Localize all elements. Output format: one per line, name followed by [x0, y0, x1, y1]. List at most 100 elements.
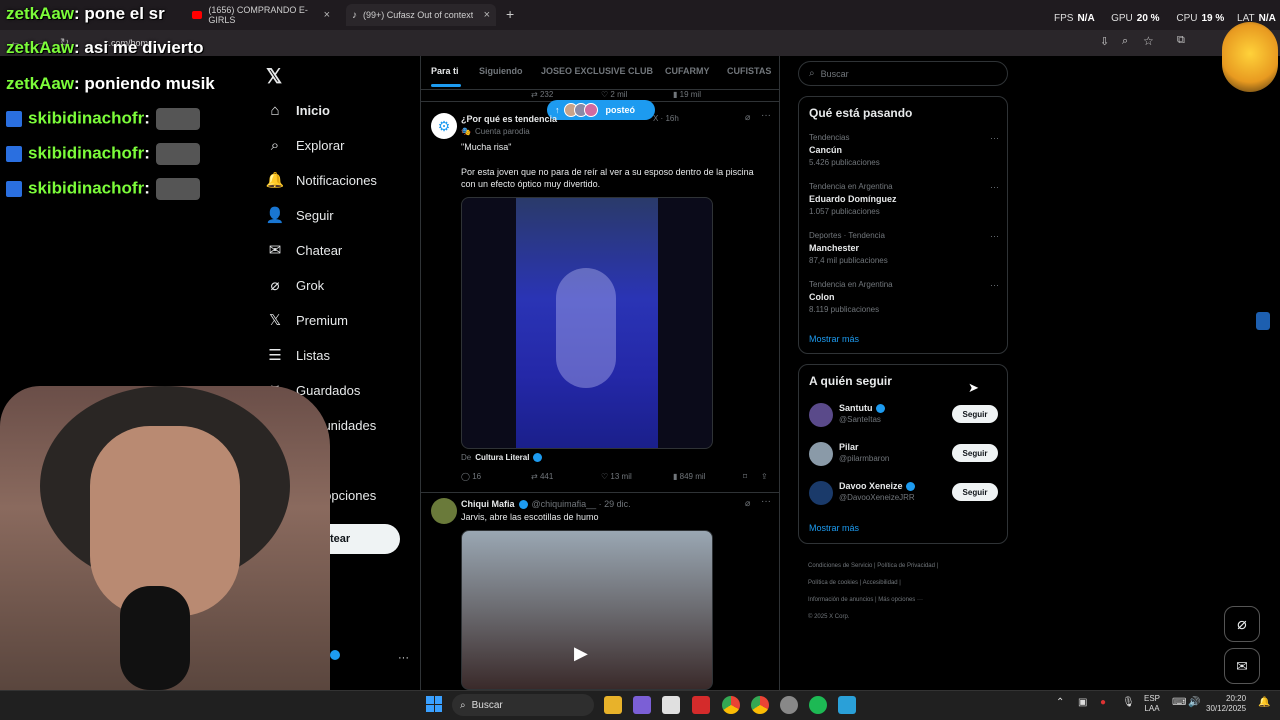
x-logo-icon[interactable]: 𝕏: [266, 64, 282, 89]
extensions-icon[interactable]: ⧉: [1177, 34, 1185, 47]
follow-name[interactable]: Santutu: [839, 403, 873, 413]
avatar[interactable]: ⚙: [431, 113, 457, 139]
trends-show-more[interactable]: Mostrar más: [809, 334, 859, 344]
new-tab-icon[interactable]: +: [506, 6, 514, 22]
tweet-author[interactable]: Chiqui Mafia: [461, 499, 515, 509]
language-indicator[interactable]: ESP LAA: [1144, 694, 1160, 714]
retweet-count[interactable]: ⇄ 232: [531, 90, 553, 99]
footer-link[interactable]: Condiciones de Servicio: [808, 563, 872, 569]
tab-list-joseo[interactable]: JOSEO EXCLUSIVE CLUB: [541, 66, 653, 76]
bookmark-star-icon[interactable]: ☆: [1143, 34, 1154, 48]
nav-item-4[interactable]: ✉ Chatear: [266, 235, 343, 265]
zoom-icon[interactable]: ⌕: [1122, 35, 1128, 48]
spotify-icon[interactable]: [809, 696, 827, 714]
grok-icon[interactable]: ⌀: [745, 112, 750, 123]
follow-suggestion[interactable]: Davoo Xeneize @DavooXeneizeJRR Seguir: [809, 479, 999, 509]
bookmark-icon[interactable]: ⌑: [743, 472, 747, 481]
account-more-icon[interactable]: ···: [398, 652, 409, 664]
search-box[interactable]: ⌕ Buscar: [798, 61, 1008, 86]
browser-tab-youtube[interactable]: (1656) COMPRANDO E-GIRLS ×: [186, 4, 336, 26]
more-icon[interactable]: ···: [761, 110, 771, 121]
search-input[interactable]: Buscar: [821, 69, 849, 79]
views-button[interactable]: ▮ 849 mil: [673, 472, 705, 481]
tweet-video[interactable]: [461, 197, 713, 449]
share-icon[interactable]: ⇪: [761, 472, 768, 481]
tab-list-cufistas[interactable]: CUFISTAS: [727, 66, 771, 76]
app-icon[interactable]: [838, 696, 856, 714]
trend-item[interactable]: Tendencias Cancún 5.426 publicaciones ···: [809, 133, 999, 167]
nav-item-7[interactable]: ☰ Listas: [266, 340, 330, 370]
tweet-handle[interactable]: @chiquimafia__ · 29 dic.: [532, 499, 631, 509]
browser-tab-tiktok[interactable]: ♪ (99+) Cufasz Out of context (@ ×: [346, 4, 496, 26]
trend-item[interactable]: Tendencia en Argentina Eduardo Domínguez 1…: [809, 182, 999, 216]
new-posts-pill[interactable]: ↑ posteó: [547, 100, 655, 120]
messages-float-icon[interactable]: ✉: [1224, 648, 1260, 684]
follow-name[interactable]: Davoo Xeneize: [839, 481, 903, 491]
nav-item-5[interactable]: ⌀ Grok: [266, 270, 324, 300]
source-name[interactable]: Cultura Literal: [475, 453, 529, 462]
tweet-time[interactable]: X · 16h: [653, 114, 679, 123]
app-icon[interactable]: [692, 696, 710, 714]
avatar[interactable]: [809, 403, 833, 427]
tray-chevron-icon[interactable]: ⌃: [1056, 697, 1064, 708]
chrome-icon[interactable]: [722, 696, 740, 714]
mic-extension-icon[interactable]: [1256, 312, 1270, 330]
follow-show-more[interactable]: Mostrar más: [809, 523, 859, 533]
trend-item[interactable]: Tendencia en Argentina Colon 8.119 publica…: [809, 280, 999, 314]
grok-float-icon[interactable]: ⌀: [1224, 606, 1260, 642]
notifications-icon[interactable]: 🔔: [1258, 697, 1270, 708]
tray-icon[interactable]: ●: [1100, 697, 1106, 708]
trend-item[interactable]: Deportes · Tendencia Manchester 87,4 mil p…: [809, 231, 999, 265]
nav-item-2[interactable]: 🔔 Notificaciones: [266, 165, 377, 195]
avatar[interactable]: [809, 481, 833, 505]
follow-button[interactable]: Seguir: [952, 405, 998, 423]
tweet-author[interactable]: ¿Por qué es tendencia: [461, 114, 557, 124]
nav-item-1[interactable]: ⌕ Explorar: [266, 130, 345, 160]
more-icon[interactable]: ···: [990, 280, 999, 290]
follow-suggestion[interactable]: Pilar @pilarmbaron Seguir: [809, 440, 999, 470]
install-icon[interactable]: ⇩: [1100, 35, 1109, 48]
nav-item-3[interactable]: 👤 Seguir: [266, 200, 334, 230]
footer-link[interactable]: Accesibilidad: [863, 580, 898, 586]
reply-button[interactable]: ◯ 16: [461, 472, 481, 481]
network-icon[interactable]: ⌨: [1172, 697, 1186, 708]
follow-button[interactable]: Seguir: [952, 483, 998, 501]
follow-suggestion[interactable]: Santutu @SanteItas Seguir: [809, 401, 999, 431]
like-count[interactable]: ♡ 2 mil: [601, 90, 627, 99]
footer-link[interactable]: Política de cookies: [808, 580, 858, 586]
tab-list-cufarmy[interactable]: CUFARMY: [665, 66, 710, 76]
like-button[interactable]: ♡ 13 mil: [601, 472, 632, 481]
play-icon[interactable]: ▶: [574, 643, 588, 664]
volume-icon[interactable]: 🔊: [1188, 697, 1200, 708]
retweet-button[interactable]: ⇄ 441: [531, 472, 553, 481]
avatar[interactable]: [431, 498, 457, 524]
avatar[interactable]: [809, 442, 833, 466]
chrome-icon[interactable]: [751, 696, 769, 714]
nav-item-6[interactable]: 𝕏 Premium: [266, 305, 348, 335]
clock[interactable]: 20:20 30/12/2025: [1206, 694, 1246, 714]
footer-link[interactable]: Política de Privacidad: [877, 563, 935, 569]
close-tab-icon[interactable]: ×: [324, 9, 330, 21]
more-icon[interactable]: ···: [990, 133, 999, 143]
tray-icon[interactable]: ▣: [1078, 697, 1087, 708]
windows-start-icon[interactable]: [426, 696, 442, 712]
view-count[interactable]: ▮ 19 mil: [673, 90, 701, 99]
follow-button[interactable]: Seguir: [952, 444, 998, 462]
app-icon[interactable]: [633, 696, 651, 714]
file-explorer-icon[interactable]: [604, 696, 622, 714]
close-tab-icon[interactable]: ×: [484, 9, 490, 21]
more-icon[interactable]: ···: [990, 231, 999, 241]
taskbar-search[interactable]: ⌕ Buscar: [452, 694, 594, 716]
tab-following[interactable]: Siguiendo: [479, 66, 523, 76]
follow-name[interactable]: Pilar: [839, 442, 859, 452]
tab-for-you[interactable]: Para ti: [431, 66, 459, 76]
nav-item-0[interactable]: ⌂ Inicio: [266, 95, 329, 125]
more-icon[interactable]: ···: [761, 496, 771, 507]
grok-icon[interactable]: ⌀: [745, 498, 750, 509]
store-icon[interactable]: [662, 696, 680, 714]
mic-icon[interactable]: 🎙: [1122, 697, 1135, 708]
tweet-video[interactable]: ▶: [461, 530, 713, 690]
footer-link[interactable]: Información de anuncios: [808, 597, 873, 603]
footer-link[interactable]: Más opciones ···: [878, 597, 923, 603]
more-icon[interactable]: ···: [990, 182, 999, 192]
